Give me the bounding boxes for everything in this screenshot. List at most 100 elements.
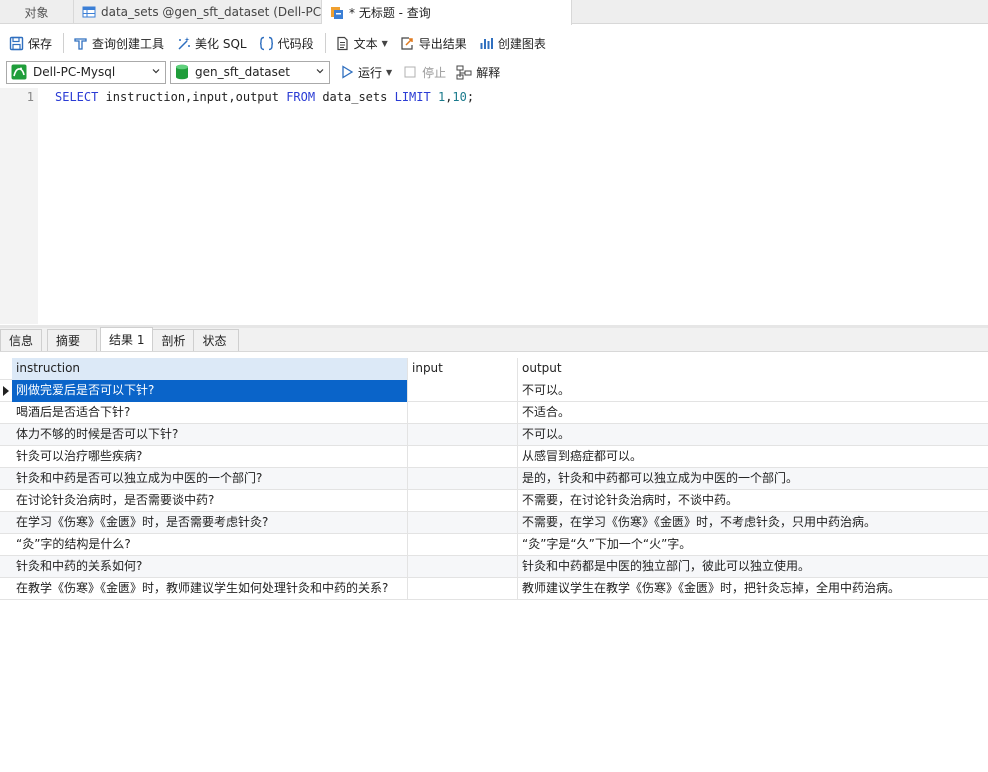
table-row[interactable]: 在讨论针灸治病时，是否需要谈中药? 不需要，在讨论针灸治病时，不谈中药。 (0, 490, 988, 512)
magic-wand-icon (178, 36, 191, 50)
text-document-icon (337, 36, 348, 50)
tab-result-1-label: 结果 1 (109, 333, 145, 347)
create-chart-button[interactable]: 创建图表 (476, 31, 549, 55)
sql-keyword-select: SELECT (55, 90, 99, 104)
cell-instruction[interactable]: 在讨论针灸治病时，是否需要谈中药? (12, 490, 408, 512)
database-icon (176, 64, 188, 80)
line-number: 1 (26, 90, 34, 104)
document-tabbar: 对象 data_sets @gen_sft_dataset (Dell-PC..… (0, 0, 988, 25)
explain-button[interactable]: 解释 (456, 64, 500, 81)
sql-editor[interactable]: 1 SELECT instruction,input,output FROM d… (0, 88, 988, 324)
column-header-instruction[interactable]: instruction (12, 358, 408, 380)
tab-query[interactable]: * 无标题 - 查询 (322, 0, 572, 25)
chevron-down-icon: ▼ (386, 67, 393, 77)
beautify-sql-label: 美化 SQL (195, 36, 247, 51)
cell-output[interactable]: 不可以。 (518, 424, 988, 446)
cell-instruction[interactable]: 喝酒后是否适合下针? (12, 402, 408, 424)
table-row[interactable]: “灸”字的结构是什么? “灸”字是“久”下加一个“火”字。 (0, 534, 988, 556)
tab-result-1[interactable]: 结果 1 (100, 327, 154, 351)
tab-data-sets[interactable]: data_sets @gen_sft_dataset (Dell-PC... (74, 0, 322, 24)
cell-input[interactable] (408, 512, 518, 534)
save-icon (9, 36, 24, 50)
tab-info-label: 信息 (9, 334, 34, 348)
chevron-down-icon (152, 68, 160, 73)
tab-profile[interactable]: 剖析 (152, 329, 195, 351)
cell-input[interactable] (408, 380, 518, 402)
table-row[interactable]: 在学习《伤寒》《金匮》时，是否需要考虑针灸? 不需要，在学习《伤寒》《金匮》时，… (0, 512, 988, 534)
cell-input[interactable] (408, 556, 518, 578)
sql-columns: instruction,input,output (98, 90, 287, 104)
cell-input[interactable] (408, 446, 518, 468)
cell-instruction[interactable]: 针灸和中药是否可以独立成为中医的一个部门? (12, 468, 408, 490)
cell-instruction[interactable]: 针灸可以治疗哪些疾病? (12, 446, 408, 468)
cell-output[interactable]: 不需要，在学习《伤寒》《金匮》时，不考虑针灸，只用中药治病。 (518, 512, 988, 534)
database-select[interactable]: gen_sft_dataset (170, 60, 330, 84)
cell-output[interactable]: “灸”字是“久”下加一个“火”字。 (518, 534, 988, 556)
connection-toolbar: Dell-PC-Mysql gen_sft_dataset 运行 ▼ 停止 解释 (0, 60, 988, 84)
beautify-sql-button[interactable]: 美化 SQL (173, 31, 250, 55)
tab-summary[interactable]: 摘要 (47, 329, 98, 351)
tab-query-label: * 无标题 - 查询 (349, 6, 431, 20)
database-select-value: gen_sft_dataset (195, 65, 290, 79)
stop-button[interactable]: 停止 (404, 64, 446, 81)
cell-input[interactable] (408, 468, 518, 490)
cell-output[interactable]: 针灸和中药都是中医的独立部门，彼此可以独立使用。 (518, 556, 988, 578)
sql-number-limit: 10 (452, 90, 467, 104)
sql-keyword-from: FROM (286, 90, 316, 104)
column-header-input[interactable]: input (408, 358, 518, 380)
table-header-row: instruction input output (0, 358, 988, 380)
sql-code-line[interactable]: SELECT instruction,input,output FROM dat… (55, 90, 474, 104)
cell-instruction[interactable]: 在学习《伤寒》《金匮》时，是否需要考虑针灸? (12, 512, 408, 534)
toolbar-separator (324, 33, 326, 53)
cell-input[interactable] (408, 402, 518, 424)
connection-select[interactable]: Dell-PC-Mysql (6, 60, 166, 84)
cell-instruction[interactable]: “灸”字的结构是什么? (12, 534, 408, 556)
table-row[interactable]: 针灸可以治疗哪些疾病? 从感冒到癌症都可以。 (0, 446, 988, 468)
chevron-down-icon (316, 68, 324, 73)
query-builder-button[interactable]: 查询创建工具 (70, 31, 167, 55)
tab-status[interactable]: 状态 (193, 329, 240, 351)
save-button[interactable]: 保存 (6, 31, 55, 55)
table-row[interactable]: 喝酒后是否适合下针? 不适合。 (0, 402, 988, 424)
cell-output[interactable]: 从感冒到癌症都可以。 (518, 446, 988, 468)
sql-keyword-limit: LIMIT (394, 90, 431, 104)
cell-output[interactable]: 是的，针灸和中药都可以独立成为中医的一个部门。 (518, 468, 988, 490)
table-row[interactable]: 针灸和中药的关系如何? 针灸和中药都是中医的独立部门，彼此可以独立使用。 (0, 556, 988, 578)
cell-output[interactable]: 不需要，在讨论针灸治病时，不谈中药。 (518, 490, 988, 512)
tab-profile-label: 剖析 (161, 334, 186, 348)
cell-output[interactable]: 教师建议学生在教学《伤寒》《金匮》时，把针灸忘掉，全用中药治病。 (518, 578, 988, 600)
tab-data-sets-label: data_sets @gen_sft_dataset (Dell-PC... (101, 5, 322, 19)
text-mode-button[interactable]: 文本 ▼ (332, 31, 391, 55)
run-button[interactable]: 运行 ▼ (340, 64, 392, 81)
tab-status-label: 状态 (202, 334, 227, 348)
table-row[interactable]: 体力不够的时候是否可以下针? 不可以。 (0, 424, 988, 446)
create-chart-label: 创建图表 (497, 36, 546, 51)
snippet-label: 代码段 (277, 36, 314, 51)
cell-output[interactable]: 不可以。 (518, 380, 988, 402)
cell-instruction[interactable]: 在教学《伤寒》《金匮》时，教师建议学生如何处理针灸和中药的关系? (12, 578, 408, 600)
cell-input[interactable] (408, 424, 518, 446)
sql-table: data_sets (315, 90, 395, 104)
query-toolbar: 保存 查询创建工具 美化 SQL 代码段 文本 ▼ 导出结果 创建图表 (0, 30, 988, 56)
cell-output[interactable]: 不适合。 (518, 402, 988, 424)
table-row[interactable]: 刚做完爱后是否可以下针? 不可以。 (0, 380, 988, 402)
export-results-button[interactable]: 导出结果 (397, 31, 470, 55)
column-header-output[interactable]: output (518, 358, 988, 380)
stop-label: 停止 (422, 65, 447, 80)
tab-objects[interactable]: 对象 (0, 0, 74, 24)
table-row[interactable]: 针灸和中药是否可以独立成为中医的一个部门? 是的，针灸和中药都可以独立成为中医的… (0, 468, 988, 490)
sql-semicolon: ; (466, 90, 475, 104)
chart-icon (480, 37, 493, 49)
run-label: 运行 (358, 65, 383, 80)
cell-input[interactable] (408, 578, 518, 600)
cell-input[interactable] (408, 534, 518, 556)
play-icon (342, 65, 354, 79)
table-row[interactable]: 在教学《伤寒》《金匮》时，教师建议学生如何处理针灸和中药的关系? 教师建议学生在… (0, 578, 988, 600)
snippet-button[interactable]: 代码段 (256, 31, 317, 55)
cell-instruction[interactable]: 针灸和中药的关系如何? (12, 556, 408, 578)
cell-input[interactable] (408, 490, 518, 512)
chevron-down-icon: ▼ (381, 38, 388, 48)
cell-instruction[interactable]: 体力不够的时候是否可以下针? (12, 424, 408, 446)
tab-info[interactable]: 信息 (0, 329, 43, 351)
cell-instruction[interactable]: 刚做完爱后是否可以下针? (12, 380, 408, 402)
